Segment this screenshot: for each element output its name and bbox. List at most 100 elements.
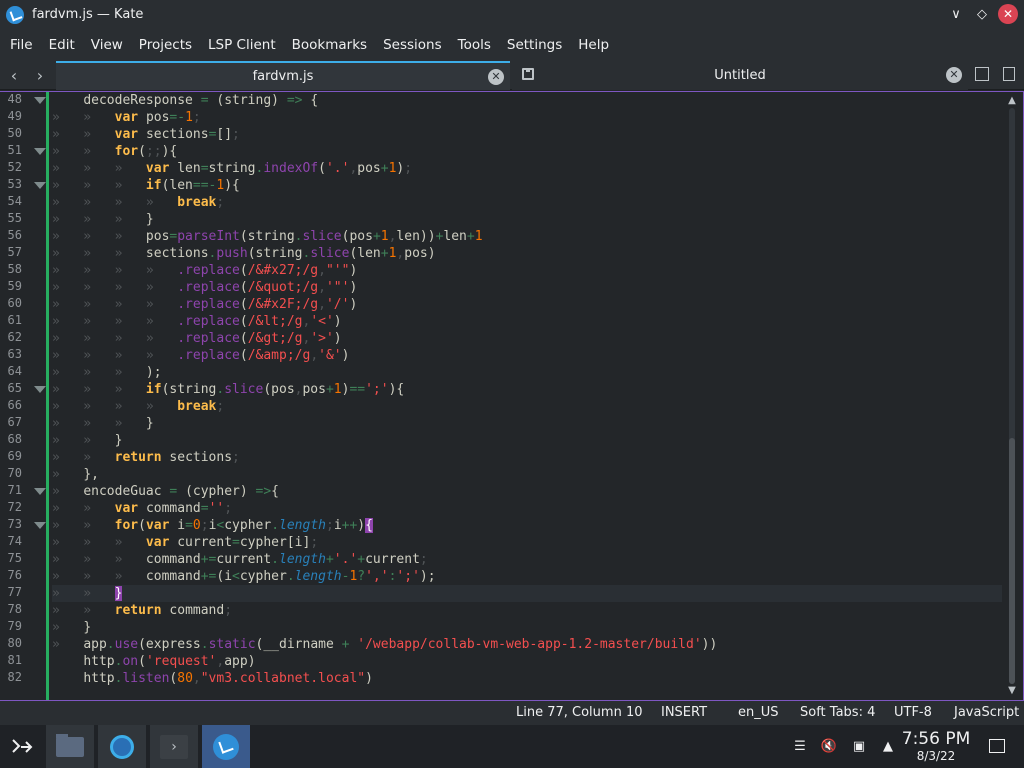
show-hidden-icon[interactable]: ▲	[879, 737, 897, 755]
menu-help[interactable]: Help	[570, 37, 617, 53]
line-number: 51	[7, 143, 22, 157]
indentation[interactable]: Soft Tabs: 4	[800, 705, 875, 720]
show-desktop-icon[interactable]	[989, 739, 1005, 753]
chromium-icon[interactable]	[98, 725, 146, 768]
line-number: 53	[7, 177, 22, 191]
fold-toggle-icon[interactable]	[34, 148, 46, 155]
code-line[interactable]: » » return sections;	[52, 449, 1002, 466]
scroll-thumb[interactable]	[1009, 438, 1015, 684]
line-number: 59	[7, 279, 22, 293]
forward-arrow-icon[interactable]: ›	[30, 65, 50, 85]
scroll-down-icon[interactable]: ▼	[1007, 686, 1017, 696]
fold-toggle-icon[interactable]	[34, 386, 46, 393]
code-line[interactable]: » » » command+=current.length+'.'+curren…	[52, 551, 1002, 568]
code-line[interactable]: » app.use(express.static(__dirname + '/w…	[52, 636, 1002, 653]
code-line[interactable]: » » for(var i=0;i<cypher.length;i++){	[52, 517, 1002, 534]
line-number-gutter: 48 49 50 51 52 53 54 55 56 57 58 59 60 61 62 63 64 65 66 67…	[0, 92, 48, 700]
tab-fardvm[interactable]: fardvm.js ✕	[56, 61, 510, 90]
line-number: 64	[7, 364, 22, 378]
kate-task-icon[interactable]	[202, 725, 250, 768]
line-number: 52	[7, 160, 22, 174]
code-line[interactable]: » » » var len=string.indexOf('.',pos+1);	[52, 160, 1002, 177]
menu-settings[interactable]: Settings	[499, 37, 570, 53]
code-line[interactable]: » },	[52, 466, 1002, 483]
fold-toggle-icon[interactable]	[34, 522, 46, 529]
code-line[interactable]: » » » if(len==-1){	[52, 177, 1002, 194]
tab-close-icon[interactable]: ✕	[488, 69, 504, 85]
tab-label: fardvm.js	[252, 69, 314, 84]
code-line[interactable]: » » » var current=cypher[i];	[52, 534, 1002, 551]
new-tab-icon[interactable]	[975, 67, 989, 81]
menu-sessions[interactable]: Sessions	[375, 37, 450, 53]
minimize-icon[interactable]: ∨	[946, 4, 966, 24]
terminal-icon[interactable]: ›	[150, 725, 198, 768]
vertical-scrollbar[interactable]: ▲ ▼	[1003, 92, 1021, 700]
line-number: 79	[7, 619, 22, 633]
app-launcher-icon[interactable]	[6, 725, 38, 768]
code-line[interactable]: » » return command;	[52, 602, 1002, 619]
code-line[interactable]: » » » » break;	[52, 398, 1002, 415]
file-manager-icon[interactable]	[46, 725, 94, 768]
clock-date[interactable]: 8/3/22	[896, 749, 976, 763]
code-line[interactable]: » » » » .replace(/&#x2F;/g,'/')	[52, 296, 1002, 313]
line-number: 71	[7, 483, 22, 497]
line-number: 55	[7, 211, 22, 225]
code-line[interactable]: » » » pos=parseInt(string.slice(pos+1,le…	[52, 228, 1002, 245]
clipboard-icon[interactable]: ☰	[791, 737, 809, 755]
tab-untitled[interactable]: Untitled ✕	[512, 61, 968, 90]
maximize-icon[interactable]: ◇	[972, 4, 992, 24]
code-line[interactable]: » » for(;;){	[52, 143, 1002, 160]
code-line[interactable]: http.on('request',app)	[52, 653, 1002, 670]
code-line[interactable]: » » » }	[52, 211, 1002, 228]
code-line[interactable]: » » » » .replace(/&gt;/g,'>')	[52, 330, 1002, 347]
code-line[interactable]: » » var command='';	[52, 500, 1002, 517]
code-line[interactable]: » » » );	[52, 364, 1002, 381]
menu-bookmarks[interactable]: Bookmarks	[284, 37, 375, 53]
code-line[interactable]: » » » » .replace(/&lt;/g,'<')	[52, 313, 1002, 330]
code-line[interactable]: » » » sections.push(string.slice(len+1,p…	[52, 245, 1002, 262]
split-view-icon[interactable]	[1003, 67, 1015, 81]
code-line[interactable]: » » » » .replace(/&amp;/g,'&')	[52, 347, 1002, 364]
code-view[interactable]: decodeResponse = (string) => {» » var po…	[52, 92, 1002, 700]
line-number: 80	[7, 636, 22, 650]
menu-lsp-client[interactable]: LSP Client	[200, 37, 284, 53]
code-line[interactable]: » }	[52, 619, 1002, 636]
clock-time[interactable]: 7:56 PM	[896, 729, 976, 749]
syntax-mode[interactable]: JavaScript	[954, 705, 1019, 720]
tab-close-icon[interactable]: ✕	[946, 67, 962, 83]
code-line[interactable]: » » }	[52, 585, 1002, 602]
code-line[interactable]: » » var sections=[];	[52, 126, 1002, 143]
volume-muted-icon[interactable]: 🔇	[820, 737, 838, 755]
cursor-position[interactable]: Line 77, Column 10	[516, 705, 643, 720]
code-line[interactable]: » » » }	[52, 415, 1002, 432]
fold-toggle-icon[interactable]	[34, 488, 46, 495]
fold-toggle-icon[interactable]	[34, 97, 46, 104]
code-line[interactable]: » » » if(string.slice(pos,pos+1)==';'){	[52, 381, 1002, 398]
encoding[interactable]: UTF-8	[894, 705, 932, 720]
code-line[interactable]: decodeResponse = (string) => {	[52, 92, 1002, 109]
fold-toggle-icon[interactable]	[34, 182, 46, 189]
kate-icon[interactable]	[6, 5, 24, 24]
dictionary[interactable]: en_US	[738, 705, 779, 720]
code-line[interactable]: » » » command+=(i<cypher.length-1?',':';…	[52, 568, 1002, 585]
scroll-up-icon[interactable]: ▲	[1007, 96, 1017, 106]
network-icon[interactable]: ▣	[850, 737, 868, 755]
editor-area[interactable]: 48 49 50 51 52 53 54 55 56 57 58 59 60 61 62 63 64 65 66 67…	[0, 91, 1024, 701]
code-line[interactable]: » » }	[52, 432, 1002, 449]
code-line[interactable]: http.listen(80,"vm3.collabnet.local")	[52, 670, 1002, 687]
code-line[interactable]: » » » » .replace(/&quot;/g,'"')	[52, 279, 1002, 296]
code-line[interactable]: » » var pos=-1;	[52, 109, 1002, 126]
close-icon[interactable]: ✕	[998, 4, 1018, 24]
back-arrow-icon[interactable]: ‹	[4, 65, 24, 85]
menu-file[interactable]: File	[2, 37, 41, 53]
menu-projects[interactable]: Projects	[131, 37, 200, 53]
code-line[interactable]: » » » » .replace(/&#x27;/g,"'")	[52, 262, 1002, 279]
menu-view[interactable]: View	[83, 37, 131, 53]
code-line[interactable]: » encodeGuac = (cypher) =>{	[52, 483, 1002, 500]
code-line[interactable]: » » » » break;	[52, 194, 1002, 211]
input-mode[interactable]: INSERT	[661, 705, 707, 720]
menu-bar: File Edit View Projects LSP Client Bookm…	[0, 29, 1024, 60]
tab-label: Untitled	[714, 68, 766, 83]
menu-tools[interactable]: Tools	[450, 37, 499, 53]
menu-edit[interactable]: Edit	[41, 37, 83, 53]
